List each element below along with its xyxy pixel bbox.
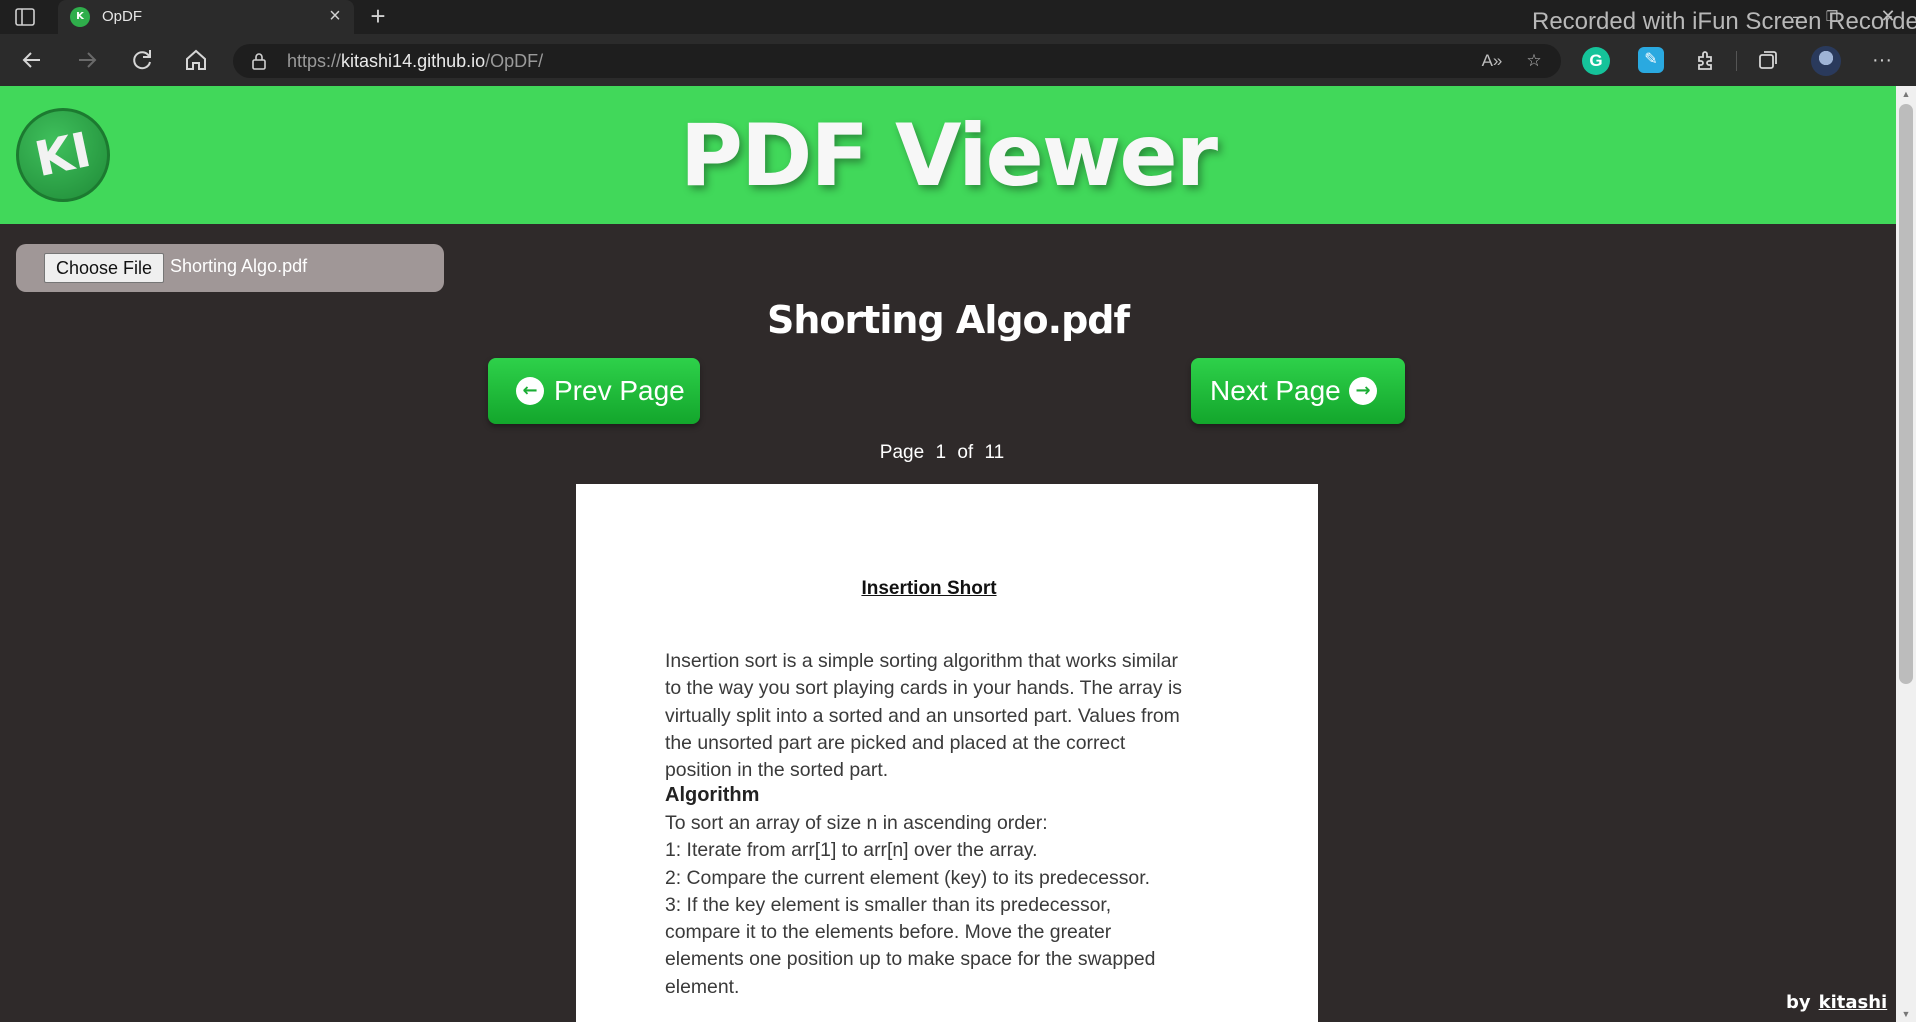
selected-file-name: Shorting Algo.pdf — [170, 256, 308, 276]
add-favorite-icon[interactable]: ☆ — [1519, 46, 1549, 76]
url-scheme: https:// — [287, 51, 342, 71]
document-title: Shorting Algo.pdf — [766, 298, 1130, 342]
site-header: KI PDF Viewer — [0, 86, 1896, 224]
pdf-heading: Insertion Short — [861, 578, 997, 599]
pdf-line: to the way you sort playing cards in you… — [665, 677, 1182, 700]
pdf-line: element. — [665, 975, 740, 998]
web-page: KI PDF Viewer Choose File Shorting Algo.… — [0, 86, 1896, 1022]
refresh-icon[interactable] — [126, 44, 158, 76]
site-title: PDF Viewer — [679, 106, 1218, 206]
pdf-line: To sort an array of size n in ascending … — [665, 812, 1048, 834]
read-aloud-icon[interactable]: A» — [1477, 46, 1507, 76]
next-page-button[interactable]: Next Page → — [1191, 358, 1405, 424]
pdf-algorithm-steps: To sort an array of size n in ascending … — [665, 810, 1255, 1001]
minimize-icon[interactable]: – — [1780, 2, 1816, 30]
home-icon[interactable] — [180, 44, 212, 76]
collections-icon[interactable] — [1752, 44, 1784, 76]
pdf-intro-paragraph: Insertion sort is a simple sorting algor… — [665, 648, 1255, 784]
grammarly-icon[interactable]: G — [1582, 47, 1610, 75]
of-word: of — [957, 442, 974, 463]
pdf-line: virtually split into a sorted and an uns… — [665, 704, 1180, 727]
browser-tab[interactable]: K OpDF × — [58, 0, 354, 34]
extensions-icon[interactable] — [1690, 44, 1722, 76]
footer-credit: by kitashi — [1786, 992, 1887, 1013]
page-word: Page — [879, 442, 925, 463]
pdf-subheading: Algorithm — [665, 784, 760, 806]
by-label: by — [1786, 992, 1811, 1013]
browser-tab-bar: K OpDF × + Recorded with iFun Screen Rec… — [0, 0, 1916, 35]
pdf-line: elements one position up to make space f… — [665, 948, 1156, 971]
recorder-watermark: Recorded with iFun Screen Recorder — [1532, 8, 1916, 35]
pdf-line: 1: Iterate from arr[1] to arr[n] over th… — [665, 839, 1038, 862]
tab-actions-icon[interactable] — [14, 7, 36, 27]
pdf-line: 2: Compare the current element (key) to … — [665, 866, 1150, 889]
close-icon[interactable]: ✕ — [1870, 2, 1906, 30]
prev-page-label: Prev Page — [554, 375, 685, 406]
author-link[interactable]: kitashi — [1819, 992, 1888, 1013]
forward-icon[interactable] — [71, 44, 103, 76]
new-tab-button[interactable]: + — [364, 2, 392, 30]
arrow-left-icon: ← — [516, 377, 544, 405]
file-input[interactable]: Choose File Shorting Algo.pdf — [16, 244, 444, 292]
pdf-line: position in the sorted part. — [665, 759, 889, 782]
back-icon[interactable] — [16, 44, 48, 76]
next-page-label: Next Page — [1210, 375, 1341, 406]
arrow-right-icon: → — [1349, 377, 1377, 405]
lock-icon[interactable] — [249, 51, 269, 71]
maximize-icon[interactable]: ❐ — [1814, 2, 1850, 30]
toolbar-divider — [1736, 51, 1737, 71]
scroll-down-icon[interactable]: ▼ — [1896, 1006, 1916, 1022]
pdf-line: compare it to the elements before. Move … — [665, 921, 1112, 944]
choose-file-button[interactable]: Choose File — [44, 253, 164, 283]
current-page-number: 1 — [935, 442, 947, 463]
more-icon[interactable]: ··· — [1866, 44, 1898, 76]
url-host: kitashi14.github.io — [341, 51, 486, 71]
tab-close-icon[interactable]: × — [324, 4, 346, 28]
page-scrollbar[interactable]: ▲ ▼ — [1896, 86, 1916, 1022]
total-pages-number: 11 — [984, 442, 1005, 463]
url-path: /OpDF/ — [485, 51, 544, 71]
profile-avatar[interactable] — [1811, 46, 1841, 76]
scroll-up-icon[interactable]: ▲ — [1896, 86, 1916, 102]
scrollbar-thumb[interactable] — [1899, 104, 1913, 684]
prev-page-button[interactable]: ← Prev Page — [488, 358, 700, 424]
address-bar[interactable]: https://kitashi14.github.io/OpDF/ A» ☆ — [233, 44, 1561, 78]
pdf-line: the unsorted part are picked and placed … — [665, 731, 1126, 754]
tab-title: OpDF — [102, 8, 143, 25]
browser-toolbar: https://kitashi14.github.io/OpDF/ A» ☆ G… — [0, 34, 1916, 86]
url-text[interactable]: https://kitashi14.github.io/OpDF/ — [287, 51, 543, 72]
pdf-canvas[interactable]: Insertion Short Insertion sort is a simp… — [576, 484, 1318, 1022]
tab-favicon-icon: K — [70, 7, 90, 27]
pdf-line: Insertion sort is a simple sorting algor… — [665, 650, 1178, 672]
page-indicator: Page 1 of 11 — [0, 442, 1884, 464]
pdf-line: 3: If the key element is smaller than it… — [665, 893, 1112, 916]
extension-pen-icon[interactable]: ✎ — [1638, 47, 1664, 73]
